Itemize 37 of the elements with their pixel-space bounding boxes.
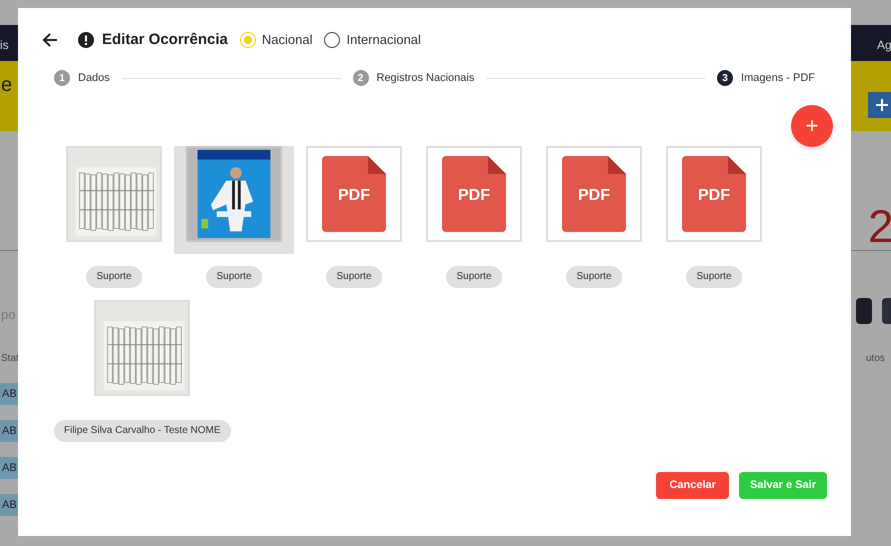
column-header: utos (866, 352, 885, 366)
file-thumbnail[interactable]: PDF (426, 146, 522, 242)
radio-label[interactable]: Nacional (262, 30, 312, 50)
save-button[interactable]: Salvar e Sair (738, 472, 827, 499)
step-label[interactable]: Dados (78, 70, 110, 86)
nav-item[interactable]: is (0, 36, 9, 54)
add-icon[interactable] (868, 92, 891, 118)
cancel-button[interactable]: Cancelar (656, 472, 729, 499)
caption-chip: Suporte (206, 266, 262, 288)
back-icon[interactable] (42, 32, 58, 48)
caption-chip: Filipe Silva Carvalho - Teste NOME (54, 420, 231, 442)
step-label[interactable]: Registros Nacionais (376, 70, 474, 86)
caption-chip: Suporte (326, 266, 382, 288)
caption-chip: Suporte (446, 266, 502, 288)
step-number: 1 (54, 70, 70, 86)
add-button[interactable]: + (791, 105, 833, 147)
pdf-icon: PDF (322, 156, 386, 232)
column-header: Stat (1, 352, 19, 366)
caption-chip: Suporte (686, 266, 742, 288)
file-thumbnail[interactable]: PDF (546, 146, 642, 242)
step-label[interactable]: Imagens - PDF (741, 70, 815, 86)
toolbar-button[interactable] (856, 298, 872, 324)
file-thumbnail[interactable]: PDF (306, 146, 402, 242)
pdf-icon: PDF (682, 156, 746, 232)
alert-icon (78, 32, 94, 48)
pdf-icon: PDF (562, 156, 626, 232)
caption-chip: Suporte (86, 266, 142, 288)
step-number: 3 (717, 70, 734, 86)
caption-chip: Suporte (566, 266, 622, 288)
dialog-title: Editar Ocorrência (102, 30, 228, 50)
radio-label[interactable]: Internacional (346, 30, 421, 50)
step-number: 2 (352, 70, 368, 86)
pdf-icon: PDF (442, 156, 506, 232)
banner-title: e (1, 73, 12, 98)
nav-item[interactable]: Ag (877, 36, 891, 54)
radio-button[interactable] (324, 32, 340, 48)
file-thumbnail[interactable]: PDF (666, 146, 762, 242)
